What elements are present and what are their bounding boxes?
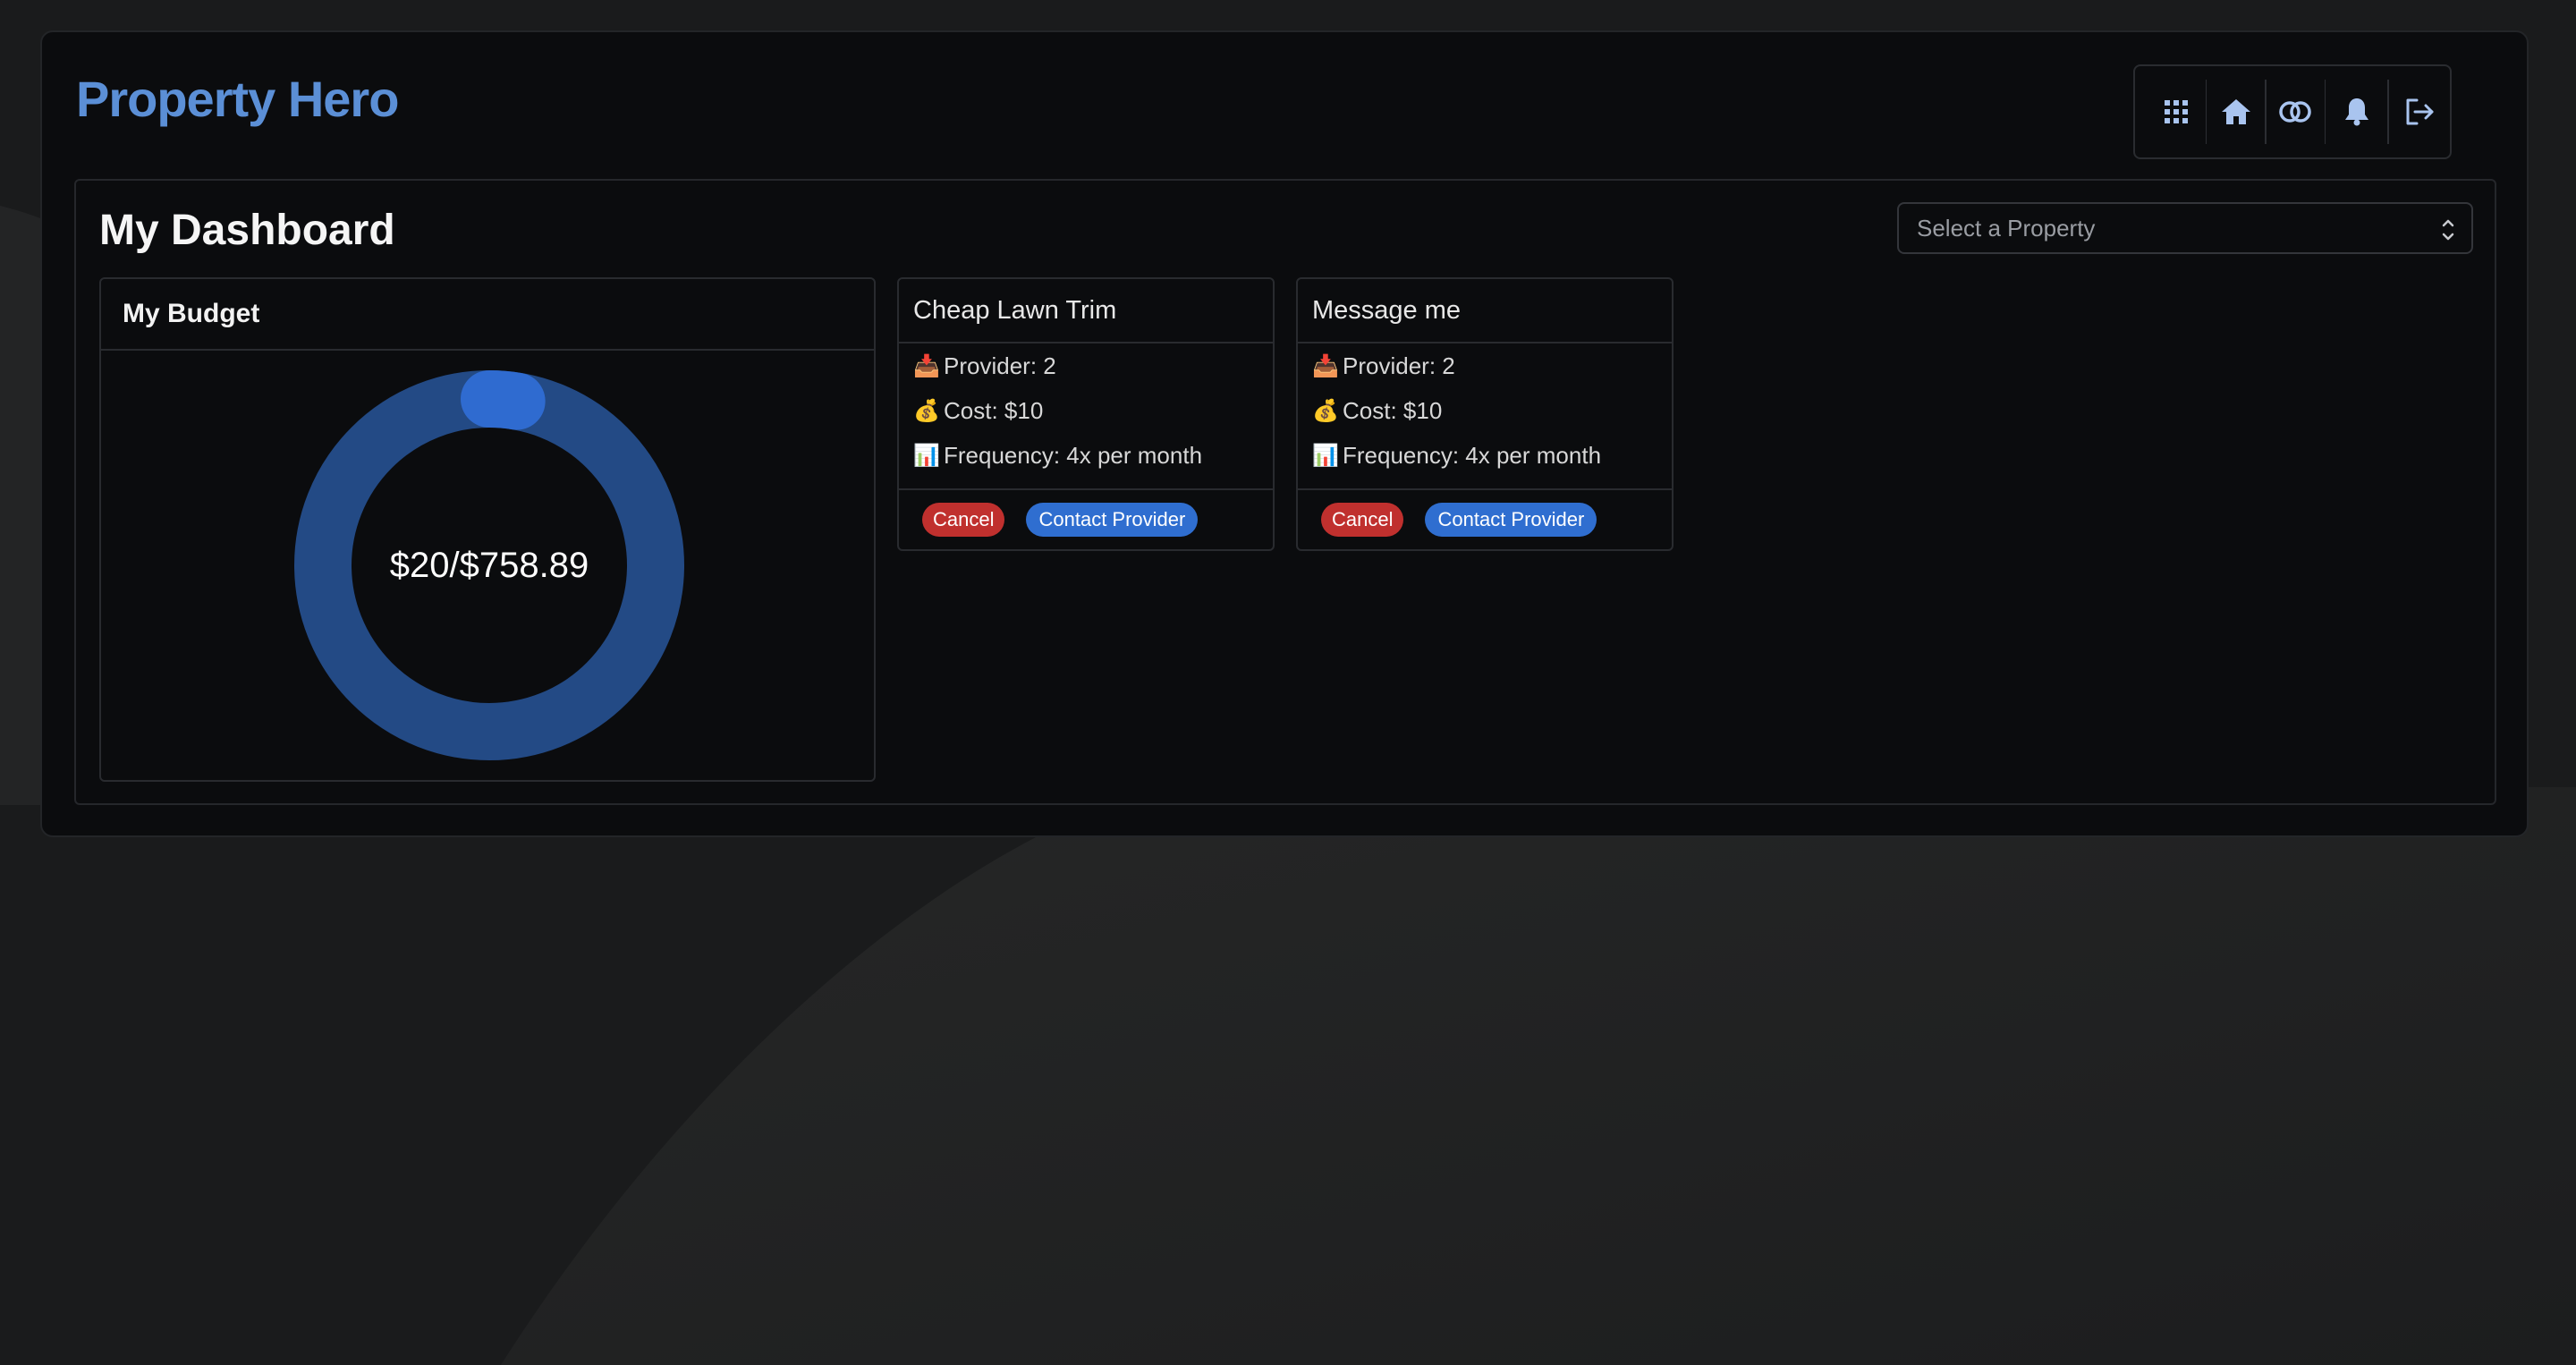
grid-icon[interactable] (2148, 81, 2206, 143)
chevron-updown-icon (2442, 219, 2454, 241)
home-icon[interactable] (2207, 81, 2265, 143)
money-bag-icon: 💰 (1312, 398, 1339, 423)
service-frequency-text: Frequency: 4x per month (944, 441, 1203, 469)
brand-title[interactable]: Property Hero (76, 70, 399, 128)
money-bag-icon: 💰 (913, 398, 940, 423)
service-actions: Cancel Contact Provider (1298, 488, 1672, 549)
service-provider: 📥 Provider: 2 (1298, 343, 1672, 388)
cancel-button[interactable]: Cancel (922, 503, 1005, 537)
service-title: Message me (1298, 279, 1672, 343)
donut-track (294, 370, 684, 760)
service-provider-text: Provider: 2 (944, 352, 1056, 379)
service-provider-text: Provider: 2 (1343, 352, 1455, 379)
logout-icon[interactable] (2389, 81, 2450, 143)
bell-icon[interactable] (2326, 81, 2386, 143)
budget-title: My Budget (101, 279, 874, 351)
service-provider: 📥 Provider: 2 (899, 343, 1273, 388)
service-actions: Cancel Contact Provider (899, 488, 1273, 549)
service-card: Cheap Lawn Trim 📥 Provider: 2 💰 Cost: $1… (897, 277, 1275, 551)
service-title: Cheap Lawn Trim (899, 279, 1273, 343)
bar-chart-icon: 📊 (913, 443, 940, 468)
service-cost-text: Cost: $10 (944, 396, 1044, 424)
top-nav (2133, 64, 2452, 159)
inbox-tray-icon: 📥 (913, 353, 940, 378)
service-cost: 💰 Cost: $10 (899, 388, 1273, 433)
app-frame: Property Hero My Dashboard Select a Prop… (40, 30, 2529, 837)
inbox-tray-icon: 📥 (1312, 353, 1339, 378)
service-cost: 💰 Cost: $10 (1298, 388, 1672, 433)
budget-donut-chart (294, 370, 684, 760)
service-card: Message me 📥 Provider: 2 💰 Cost: $10 📊 F… (1296, 277, 1674, 551)
donut-progress-arc (461, 370, 546, 430)
contact-provider-button[interactable]: Contact Provider (1425, 503, 1597, 537)
property-select-placeholder: Select a Property (1917, 214, 2096, 242)
contact-provider-button[interactable]: Contact Provider (1026, 503, 1199, 537)
service-frequency: 📊 Frequency: 4x per month (1298, 433, 1672, 478)
dashboard-panel: My Dashboard Select a Property My Budget… (74, 179, 2496, 805)
rings-icon[interactable] (2267, 81, 2325, 143)
bar-chart-icon: 📊 (1312, 443, 1339, 468)
cancel-button[interactable]: Cancel (1321, 503, 1404, 537)
service-cost-text: Cost: $10 (1343, 396, 1443, 424)
service-frequency: 📊 Frequency: 4x per month (899, 433, 1273, 478)
property-select[interactable]: Select a Property (1897, 202, 2473, 254)
budget-card: My Budget $20/$758.89 (99, 277, 876, 782)
page-title: My Dashboard (99, 207, 395, 254)
service-frequency-text: Frequency: 4x per month (1343, 441, 1602, 469)
